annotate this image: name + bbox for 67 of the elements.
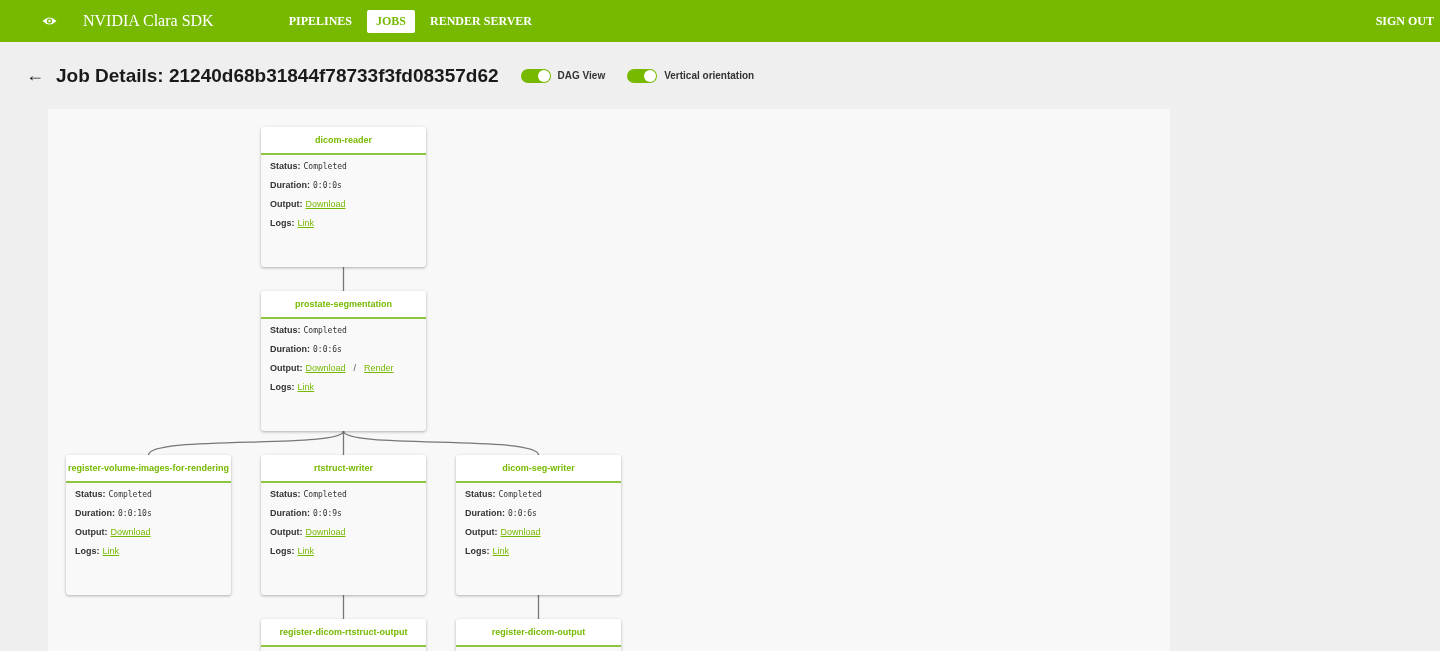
- field-label: Duration:: [270, 180, 310, 190]
- link[interactable]: Link: [297, 546, 314, 556]
- toggle-label: DAG View: [557, 70, 606, 81]
- link[interactable]: Download: [500, 527, 541, 537]
- node-card[interactable]: register-volume-images-for-rendering Status: Completed Duration: 0:0:10s Output: Download Logs: Link: [66, 455, 231, 595]
- link[interactable]: Link: [297, 218, 314, 228]
- nav-tab[interactable]: PIPELINES: [279, 9, 361, 33]
- field-label: Logs:: [270, 218, 295, 228]
- field-label: Status:: [75, 489, 106, 499]
- node-title: prostate-segmentation: [261, 291, 426, 319]
- field-value: 0:0:10s: [118, 509, 152, 518]
- toggle-switch[interactable]: [627, 68, 658, 83]
- field-label: Duration:: [465, 508, 505, 518]
- field-value: 0:0:6s: [508, 509, 537, 518]
- field-label: Output:: [75, 527, 108, 537]
- eye-logo-icon: [41, 15, 58, 27]
- field-value: 0:0:0s: [313, 181, 342, 190]
- field-value: Completed: [498, 490, 542, 499]
- link[interactable]: Render: [364, 363, 394, 373]
- node-card[interactable]: dicom-reader Status: Completed Duration: 0:0:0s Output: Download Logs: Link: [261, 127, 426, 267]
- field-value: Completed: [303, 326, 347, 335]
- field-label: Logs:: [75, 546, 100, 556]
- field-value: Completed: [303, 162, 347, 171]
- nav-tab[interactable]: RENDER SERVER: [421, 9, 541, 33]
- node-title: rtstruct-writer: [261, 455, 426, 483]
- field-label: Status:: [270, 489, 301, 499]
- node-card[interactable]: prostate-segmentation Status: Completed Duration: 0:0:6s Output: Download / Render Logs: Link: [261, 291, 426, 431]
- node-card[interactable]: rtstruct-writer Status: Completed Duration: 0:0:9s Output: Download Logs: Link: [261, 455, 426, 595]
- field-label: Output:: [270, 527, 303, 537]
- link[interactable]: Download: [110, 527, 151, 537]
- node-title: dicom-seg-writer: [456, 455, 621, 483]
- field-label: Output:: [270, 199, 303, 209]
- sign-out-link[interactable]: SIGN OUT: [1375, 13, 1434, 29]
- toggle-switch[interactable]: [520, 68, 551, 83]
- field-label: Logs:: [270, 382, 295, 392]
- edge-line: [342, 594, 345, 620]
- field-label: Duration:: [75, 508, 115, 518]
- field-label: Output:: [270, 363, 303, 373]
- field-value: 0:0:9s: [313, 509, 342, 518]
- link[interactable]: Download: [305, 527, 346, 537]
- edge-line: [537, 594, 540, 620]
- field-label: Logs:: [270, 546, 295, 556]
- back-button[interactable]: ←: [26, 65, 44, 86]
- field-label: Status:: [465, 489, 496, 499]
- field-label: Status:: [270, 325, 301, 335]
- field-label: Logs:: [465, 546, 490, 556]
- link[interactable]: Link: [102, 546, 119, 556]
- node-title: register-volume-images-for-rendering: [66, 455, 231, 483]
- field-label: Duration:: [270, 344, 310, 354]
- field-label: Status:: [270, 161, 301, 171]
- link[interactable]: Link: [297, 382, 314, 392]
- field-value: 0:0:6s: [313, 345, 342, 354]
- node-card[interactable]: dicom-seg-writer Status: Completed Duration: 0:0:6s Output: Download Logs: Link: [456, 455, 621, 595]
- nav-tab[interactable]: JOBS: [367, 9, 416, 33]
- field-label: Output:: [465, 527, 498, 537]
- page-title: Job Details: 21240d68b31844f78733f3fd08357d62: [56, 64, 499, 87]
- field-label: Duration:: [270, 508, 310, 518]
- link[interactable]: Download: [305, 363, 346, 373]
- separator: /: [353, 363, 357, 373]
- link[interactable]: Link: [492, 546, 509, 556]
- edge-line: [342, 266, 345, 292]
- link[interactable]: Download: [305, 199, 346, 209]
- node-title: dicom-reader: [261, 127, 426, 155]
- toggle-label: Vertical orientation: [664, 70, 755, 81]
- field-value: Completed: [108, 490, 152, 499]
- brand-name: NVIDIA Clara SDK: [83, 12, 214, 30]
- field-value: Completed: [303, 490, 347, 499]
